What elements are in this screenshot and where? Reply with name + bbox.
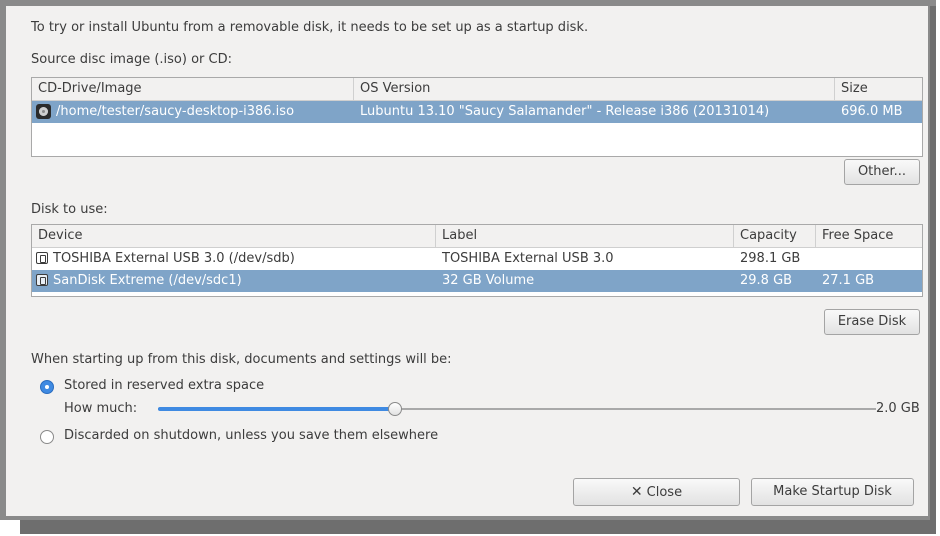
disk-volume-label: 32 GB Volume: [442, 273, 535, 288]
disk-device: TOSHIBA External USB 3.0 (/dev/sdb): [53, 251, 295, 266]
discarded-radio[interactable]: [40, 430, 54, 444]
column-capacity[interactable]: Capacity: [734, 225, 816, 247]
persistence-heading: When starting up from this disk, documen…: [31, 352, 452, 367]
disk-free-space: [816, 248, 922, 270]
make-startup-disk-button[interactable]: Make Startup Disk: [751, 478, 914, 506]
disk-capacity: 298.1 GB: [740, 251, 801, 266]
source-row[interactable]: /home/tester/saucy-desktop-i386.iso Lubu…: [32, 101, 922, 123]
column-size[interactable]: Size: [835, 78, 922, 100]
usb-drive-icon: [36, 252, 48, 264]
column-cd-drive-image[interactable]: CD-Drive/Image: [32, 78, 354, 100]
source-os-version: Lubuntu 13.10 "Saucy Salamander" - Relea…: [360, 104, 770, 119]
amount-value: 2.0 GB: [876, 401, 920, 416]
source-list-header: CD-Drive/Image OS Version Size: [32, 78, 922, 101]
source-size: 696.0 MB: [841, 104, 903, 119]
window-shadow: [930, 6, 936, 534]
how-much-slider[interactable]: [158, 402, 876, 416]
startup-disk-dialog: To try or install Ubuntu from a removabl…: [6, 6, 928, 516]
disk-volume-label: TOSHIBA External USB 3.0: [442, 251, 614, 266]
usb-drive-icon: [36, 274, 48, 286]
disk-list[interactable]: Device Label Capacity Free Space TOSHIBA…: [31, 224, 923, 297]
how-much-label: How much:: [64, 401, 138, 416]
disk-list-header: Device Label Capacity Free Space: [32, 225, 922, 248]
column-os-version[interactable]: OS Version: [354, 78, 835, 100]
source-label: Source disc image (.iso) or CD:: [31, 52, 232, 67]
disk-label: Disk to use:: [31, 202, 108, 217]
erase-disk-button[interactable]: Erase Disk: [824, 309, 920, 335]
intro-text: To try or install Ubuntu from a removabl…: [31, 20, 589, 35]
other-button[interactable]: Other...: [844, 159, 920, 185]
disk-row-selected[interactable]: SanDisk Extreme (/dev/sdc1) 32 GB Volume…: [32, 270, 922, 292]
disk-free-space: 27.1 GB: [822, 273, 875, 288]
disk-capacity: 29.8 GB: [740, 273, 793, 288]
cd-image-icon: [36, 104, 51, 119]
discarded-option-label[interactable]: Discarded on shutdown, unless you save t…: [64, 428, 438, 443]
stored-option-label[interactable]: Stored in reserved extra space: [64, 378, 264, 393]
source-image-path: /home/tester/saucy-desktop-i386.iso: [56, 104, 295, 119]
x-icon: ✕: [630, 484, 643, 500]
slider-handle[interactable]: [388, 402, 402, 416]
disk-row[interactable]: TOSHIBA External USB 3.0 (/dev/sdb) TOSH…: [32, 248, 922, 270]
disk-device: SanDisk Extreme (/dev/sdc1): [53, 273, 242, 288]
column-label[interactable]: Label: [436, 225, 734, 247]
stored-radio[interactable]: [40, 380, 54, 394]
column-free-space[interactable]: Free Space: [816, 225, 922, 247]
window-shadow-bottom: [20, 520, 934, 534]
source-image-list[interactable]: CD-Drive/Image OS Version Size /home/tes…: [31, 77, 923, 157]
close-button-label: Close: [646, 485, 683, 500]
slider-fill: [158, 407, 395, 411]
column-device[interactable]: Device: [32, 225, 436, 247]
close-button[interactable]: ✕ Close: [573, 478, 740, 506]
